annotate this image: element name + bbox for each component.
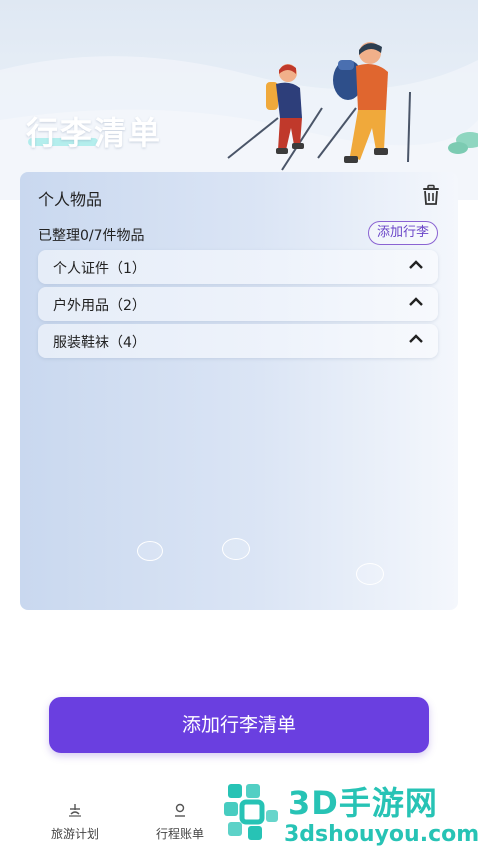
category-label: 个人证件（1） (53, 261, 146, 277)
watermark-url: 3dshouyou.com (284, 822, 478, 847)
tab-label: 行程账单 (155, 827, 204, 841)
tab-travel-plan[interactable]: 旅游计划 (40, 803, 110, 842)
tab-label: 旅游计划 (50, 827, 99, 841)
chevron-up-icon[interactable] (408, 259, 424, 271)
site-watermark: 3D手游网 3dshouyou.com (222, 778, 478, 850)
category-row[interactable]: 户外用品（2） (38, 287, 438, 321)
decorative-bubble (222, 538, 250, 560)
category-label: 户外用品（2） (53, 298, 146, 314)
chevron-up-icon[interactable] (408, 333, 424, 345)
hero-banner: 行李清单 (0, 0, 478, 200)
decorative-bubble (137, 541, 163, 561)
category-row[interactable]: 个人证件（1） (38, 250, 438, 284)
category-label: 服装鞋袜（4） (53, 335, 146, 351)
tab-trip-bill[interactable]: 行程账单 (145, 803, 215, 842)
hikers-illustration (0, 42, 478, 200)
category-row[interactable]: 服装鞋袜（4） (38, 324, 438, 358)
chevron-up-icon[interactable] (408, 296, 424, 308)
plan-icon (69, 804, 81, 817)
trash-icon[interactable] (420, 184, 442, 206)
page-title: 行李清单 (26, 114, 163, 152)
watermark-logo-icon (224, 784, 278, 840)
bill-icon (175, 803, 185, 817)
add-luggage-list-button[interactable]: 添加行李清单 (49, 697, 429, 753)
add-luggage-button[interactable]: 添加行李 (367, 221, 438, 245)
decorative-bubble (356, 563, 384, 585)
card-title: 个人物品 (38, 190, 103, 209)
luggage-card: 个人物品 已整理0/7件物品 添加行李 个人证件（1） 户外用品（2） 服装鞋袜… (20, 172, 458, 610)
progress-text: 已整理0/7件物品 (38, 228, 145, 244)
watermark-brand: 3D手游网 (288, 784, 438, 822)
